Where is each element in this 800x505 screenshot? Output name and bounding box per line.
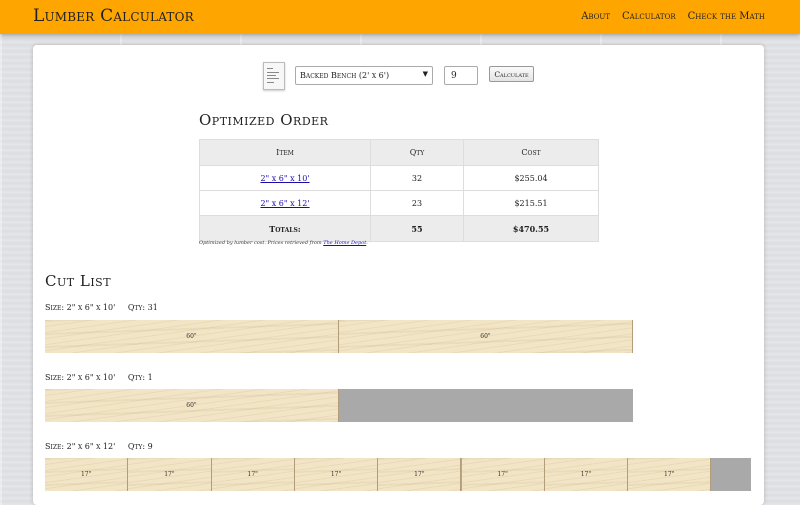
totals-row: Totals: 55 $470.55 xyxy=(199,215,599,242)
board-cut-segment: 17" xyxy=(628,458,712,491)
quantity-input[interactable] xyxy=(444,66,478,85)
chevron-down-icon: ▼ xyxy=(422,70,428,78)
main-panel: Backed Bench (2' x 6') ▼ Calculate Optim… xyxy=(33,45,764,505)
board-label: Size: 2" x 6" x 10' Qty: 31 xyxy=(45,303,158,312)
board-label: Size: 2" x 6" x 12' Qty: 9 xyxy=(45,442,153,451)
project-select-value: Backed Bench (2' x 6') xyxy=(300,71,390,80)
calculate-button[interactable]: Calculate xyxy=(489,66,534,82)
board-cut-segment: 17" xyxy=(461,458,545,491)
board-cut-segment: 60" xyxy=(45,320,339,353)
board-label: Size: 2" x 6" x 10' Qty: 1 xyxy=(45,373,153,382)
nav-link-calculator[interactable]: Calculator xyxy=(622,11,676,22)
board-cut-segment: 60" xyxy=(339,320,633,353)
row-qty: 23 xyxy=(370,190,464,216)
cut-list-title: Cut List xyxy=(45,272,112,290)
nav-link-check-the-math[interactable]: Check the Math xyxy=(688,11,765,22)
board-diagram: 60" xyxy=(45,389,633,422)
board-cut-segment: 17" xyxy=(45,458,129,491)
item-link[interactable]: 2" x 6" x 10' xyxy=(260,174,309,183)
totals-cost: $470.55 xyxy=(463,215,599,242)
optimized-order-title: Optimized Order xyxy=(199,111,329,129)
project-select[interactable]: Backed Bench (2' x 6') ▼ xyxy=(295,66,433,85)
board-cut-segment: 17" xyxy=(378,458,462,491)
board-diagram: 17" 17" 17" 17" 17" 17" 17" 17" xyxy=(45,458,751,491)
order-table-header: Item Qty Cost xyxy=(199,139,599,166)
header-qty: Qty xyxy=(370,139,464,166)
board-cut-segment: 17" xyxy=(128,458,212,491)
board-cut-segment: 17" xyxy=(211,458,295,491)
order-table: Item Qty Cost 2" x 6" x 10' 32 $255.04 2… xyxy=(199,139,599,242)
price-note: Optimized by lumber cost. Prices retriev… xyxy=(199,240,368,246)
header-item: Item xyxy=(199,139,371,166)
nav-links: About Calculator Check the Math xyxy=(581,11,765,22)
navbar: Lumber Calculator About Calculator Check… xyxy=(0,0,800,34)
totals-qty: 55 xyxy=(370,215,464,242)
totals-label: Totals: xyxy=(199,215,371,242)
row-qty: 32 xyxy=(370,165,464,191)
board-cut-segment: 60" xyxy=(45,389,339,422)
home-depot-link[interactable]: The Home Depot xyxy=(323,240,366,246)
nav-link-about[interactable]: About xyxy=(581,11,610,22)
project-thumbnail-icon xyxy=(263,62,285,90)
header-cost: Cost xyxy=(463,139,599,166)
board-cut-segment: 17" xyxy=(544,458,629,491)
board-diagram: 60" 60" xyxy=(45,320,633,353)
board-cut-segment: 17" xyxy=(294,458,379,491)
table-row: 2" x 6" x 10' 32 $255.04 xyxy=(199,165,599,191)
item-link[interactable]: 2" x 6" x 12' xyxy=(260,199,309,208)
row-cost: $255.04 xyxy=(463,165,599,191)
brand-title[interactable]: Lumber Calculator xyxy=(33,6,194,26)
row-cost: $215.51 xyxy=(463,190,599,216)
table-row: 2" x 6" x 12' 23 $215.51 xyxy=(199,190,599,216)
